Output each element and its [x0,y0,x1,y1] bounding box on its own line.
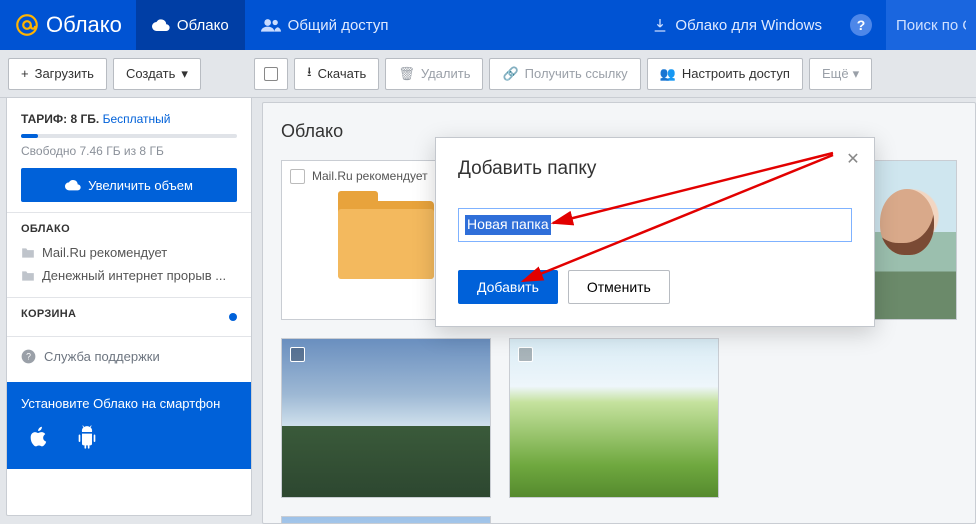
delete-label: Удалить [421,66,471,81]
create-label: Создать [126,66,175,81]
tariff-size: 8 ГБ. [70,112,99,126]
share-settings-button[interactable]: 👥 Настроить доступ [647,58,803,90]
sidebar: ТАРИФ: 8 ГБ. Бесплатный Свободно 7.46 ГБ… [6,98,252,516]
download-icon [652,17,668,33]
nav-cloud[interactable]: Облако [136,0,245,50]
free-space-text: Свободно 7.46 ГБ из 8 ГБ [21,144,237,158]
svg-text:?: ? [26,352,31,362]
trash-indicator-icon [229,313,237,321]
search-input[interactable] [896,17,966,34]
storage-bar [21,134,237,138]
sidebar-trash-section: КОРЗИНА [7,298,251,337]
tariff-label: ТАРИФ: [21,112,67,126]
share-label: Настроить доступ [682,66,790,81]
toolbar: + Загрузить Создать ▾ ⭳ Скачать 🗑 Удалить 🔗… [0,50,976,98]
download-button[interactable]: ⭳ Скачать [294,58,379,90]
download-small-icon: ⭳ [307,63,312,85]
folder-icon [21,270,35,282]
download-windows-label: Облако для Windows [675,17,822,34]
nav-shared-label: Общий доступ [288,17,389,34]
tile-photo-mountains[interactable] [281,338,491,498]
mobile-promo: Установите Облако на смартфон [7,382,251,469]
apple-icon[interactable] [29,425,49,449]
sidebar-cloud-header: ОБЛАКО [21,223,237,235]
plus-icon: + [21,66,29,81]
tile-checkbox[interactable] [290,347,305,362]
tile-photo-field[interactable] [509,338,719,498]
top-nav-tabs: Облако Общий доступ [136,0,405,50]
create-button[interactable]: Создать ▾ [113,58,201,90]
expand-storage-label: Увеличить объем [88,178,193,193]
trash-icon: 🗑 [398,66,415,82]
chevron-down-icon: ▾ [181,66,188,82]
modal-cancel-button[interactable]: Отменить [568,270,670,304]
tariff-block: ТАРИФ: 8 ГБ. Бесплатный Свободно 7.46 ГБ… [7,98,251,213]
download-label: Скачать [318,66,367,81]
folder-icon [338,201,434,279]
upload-label: Загрузить [35,66,94,81]
chevron-down-icon: ▾ [853,66,860,82]
help-button[interactable]: ? [850,14,872,36]
support-link[interactable]: ? Служба поддержки [7,337,251,376]
tile-caption: Mail.Ru рекомендует [312,169,428,183]
select-all-checkbox[interactable] [254,58,288,90]
folder-icon [21,247,35,259]
getlink-label: Получить ссылку [525,66,628,81]
tariff-plan-link[interactable]: Бесплатный [103,112,171,126]
brand-logo[interactable]: Облако [0,12,136,38]
sidebar-item-label: Денежный интернет прорыв ... [42,268,226,283]
sidebar-trash-header: КОРЗИНА [21,308,76,320]
download-windows-link[interactable]: Облако для Windows [638,17,836,34]
upload-button[interactable]: + Загрузить [8,58,107,90]
people-icon [261,18,281,32]
search-wrapper [886,0,976,50]
top-navbar: Облако Облако Общий доступ Облако для Wi… [0,0,976,50]
at-icon [14,12,40,38]
tile-checkbox[interactable] [518,347,533,362]
android-icon[interactable] [77,425,97,449]
tile-checkbox[interactable] [290,169,305,184]
sidebar-item-money[interactable]: Денежный интернет прорыв ... [21,264,237,287]
modal-close-button[interactable]: ✕ [842,148,864,170]
modal-title: Добавить папку [458,158,852,180]
more-label: Ещё [822,66,849,81]
tile-photo-coast[interactable] [281,516,491,524]
question-icon: ? [21,349,36,364]
more-button[interactable]: Ещё ▾ [809,58,872,90]
promo-text: Установите Облако на смартфон [21,396,237,411]
brand-text: Облако [46,12,122,38]
link-icon: 🔗 [502,66,518,82]
expand-storage-button[interactable]: Увеличить объем [21,168,237,202]
nav-cloud-label: Облако [177,17,229,34]
folder-name-input[interactable] [458,208,852,242]
add-folder-modal: ✕ Добавить папку Новая папка Добавить От… [435,137,875,327]
people-small-icon: 👥 [660,66,676,82]
sidebar-cloud-section: ОБЛАКО Mail.Ru рекомендует Денежный инте… [7,213,251,298]
main-pane: Облако Mail.Ru рекомендует ✕ [252,98,976,524]
cloud-icon [65,179,81,191]
cloud-icon [152,18,170,32]
nav-shared[interactable]: Общий доступ [245,0,405,50]
getlink-button[interactable]: 🔗 Получить ссылку [489,58,640,90]
sidebar-item-label: Mail.Ru рекомендует [42,245,167,260]
modal-confirm-button[interactable]: Добавить [458,270,558,304]
support-label: Служба поддержки [44,349,160,364]
delete-button[interactable]: 🗑 Удалить [385,58,483,90]
sidebar-item-recommended[interactable]: Mail.Ru рекомендует [21,241,237,264]
